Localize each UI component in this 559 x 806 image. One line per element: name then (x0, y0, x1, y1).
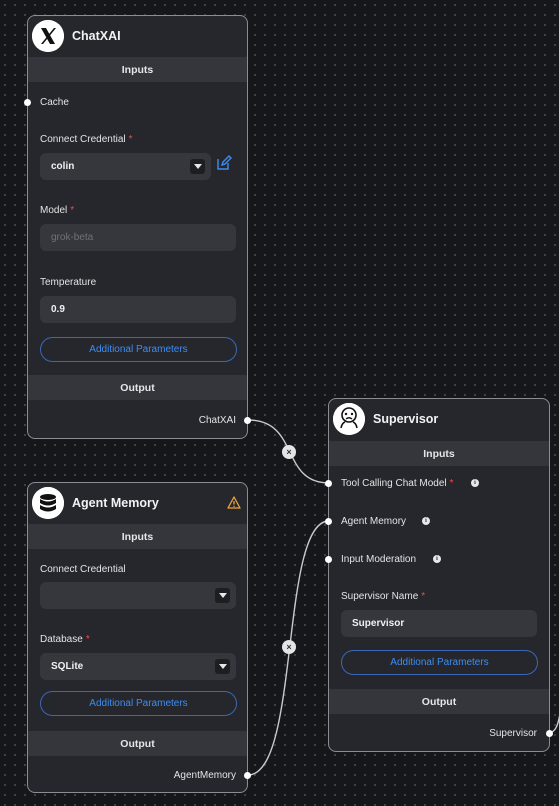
node-title: Agent Memory (72, 496, 159, 510)
tool-model-input-handle[interactable] (325, 480, 332, 487)
required-marker: * (70, 205, 75, 216)
node-title: Supervisor (373, 412, 439, 426)
output-anchor-label: AgentMemory (173, 770, 236, 781)
info-icon[interactable]: i (471, 479, 479, 487)
database-select[interactable]: SQLite (40, 653, 236, 680)
output-anchor-label: Supervisor (489, 728, 537, 739)
edit-credential-icon[interactable] (216, 155, 232, 171)
supervisor-output-handle[interactable] (546, 730, 553, 737)
node-title: ChatXAI (72, 29, 121, 43)
output-anchor-label: ChatXAI (198, 415, 236, 426)
additional-parameters-button[interactable]: Additional Parameters (40, 691, 237, 716)
output-section-header: Output (28, 375, 247, 400)
agentmemory-output-handle[interactable] (244, 772, 251, 779)
additional-parameters-button[interactable]: Additional Parameters (40, 337, 237, 362)
chatxai-node[interactable]: ChatXAI Inputs Cache Connect Credential *… (24, 15, 251, 439)
temperature-input[interactable]: 0.9 (40, 296, 236, 323)
credential-label-text: Connect Credential (40, 134, 126, 145)
tool-model-label: Tool Calling Chat Model * (341, 478, 454, 489)
agent-memory-node[interactable]: Agent Memory Inputs Connect Credential D… (27, 482, 251, 793)
output-section-header: Output (329, 689, 549, 714)
tool-model-label-text: Tool Calling Chat Model (341, 478, 447, 489)
credential-value: colin (51, 161, 75, 172)
supervisor-icon (333, 403, 365, 435)
additional-parameters-button[interactable]: Additional Parameters (341, 650, 538, 675)
chevron-down-icon (215, 659, 230, 674)
supervisor-name-label: Supervisor Name * (341, 591, 425, 602)
x-logo-icon (32, 20, 64, 52)
supervisor-name-label-text: Supervisor Name (341, 591, 419, 602)
chatxai-output-handle[interactable] (244, 417, 251, 424)
inputs-section-header: Inputs (28, 57, 247, 82)
input-moderation-label: Input Moderation (341, 554, 417, 565)
supervisor-node[interactable]: Supervisor Inputs Tool Calling Chat Mode… (325, 398, 553, 752)
cache-input-handle[interactable] (24, 99, 31, 106)
supervisor-name-input[interactable]: Supervisor (341, 610, 537, 637)
agent-memory-input-handle[interactable] (325, 518, 332, 525)
model-label-text: Model (40, 205, 68, 216)
credential-label: Connect Credential (40, 564, 126, 575)
node-header: Supervisor (329, 399, 549, 439)
node-header: Agent Memory (28, 483, 247, 523)
info-icon[interactable]: i (422, 517, 430, 525)
agent-memory-label: Agent Memory (341, 516, 407, 527)
info-icon[interactable]: i (433, 555, 441, 563)
output-section-header: Output (28, 731, 247, 756)
edge-delete-button[interactable]: × (282, 445, 296, 459)
chevron-down-icon (215, 588, 230, 603)
inputs-section-header: Inputs (329, 441, 549, 466)
database-label-text: Database (40, 634, 83, 645)
database-label: Database * (40, 634, 90, 645)
credential-select[interactable]: colin (40, 153, 211, 180)
credential-label: Connect Credential * (40, 134, 133, 145)
required-marker: * (449, 478, 454, 489)
model-input[interactable]: grok-beta (40, 224, 236, 251)
required-marker: * (128, 134, 133, 145)
input-moderation-handle[interactable] (325, 556, 332, 563)
warning-icon (227, 496, 241, 509)
database-value: SQLite (51, 661, 84, 672)
database-icon (32, 487, 64, 519)
required-marker: * (85, 634, 90, 645)
model-label: Model * (40, 205, 74, 216)
chevron-down-icon (190, 159, 205, 174)
node-header: ChatXAI (28, 16, 247, 56)
temperature-label: Temperature (40, 277, 97, 288)
required-marker: * (421, 591, 426, 602)
cache-label: Cache (40, 97, 69, 108)
credential-select[interactable] (40, 582, 236, 609)
edge-delete-button[interactable]: × (282, 640, 296, 654)
inputs-section-header: Inputs (28, 524, 247, 549)
